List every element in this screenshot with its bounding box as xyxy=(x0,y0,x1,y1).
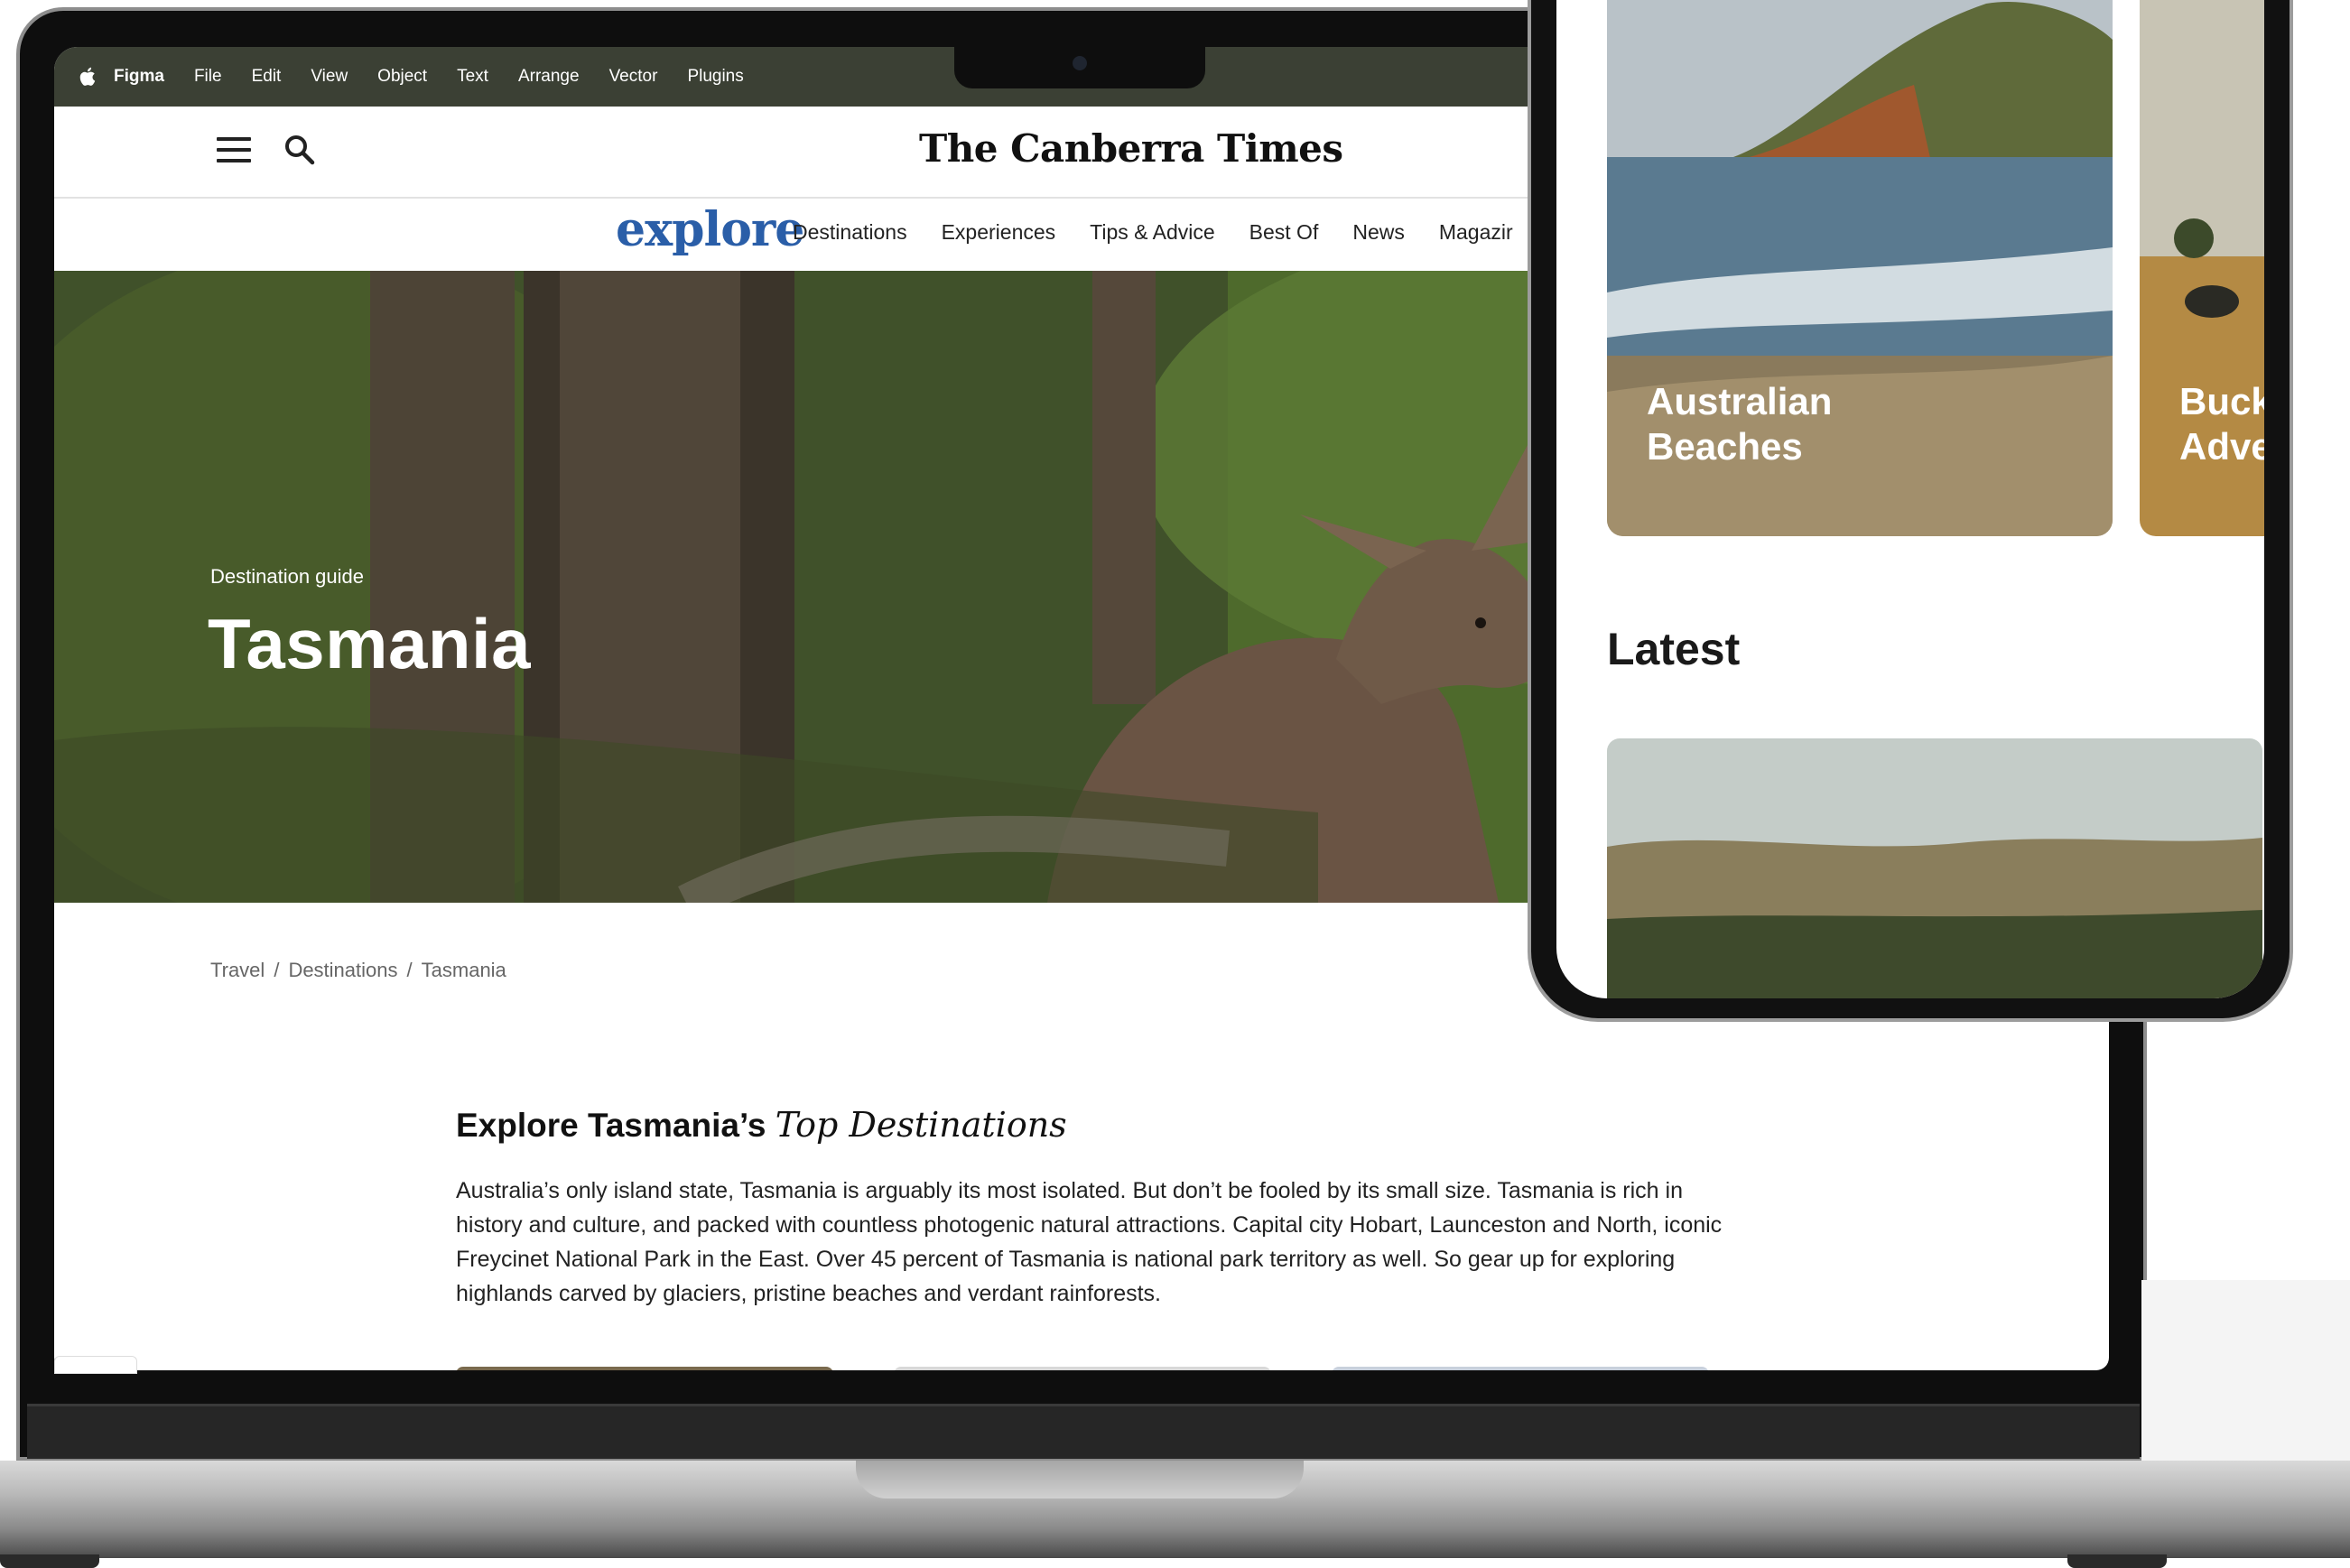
article-heading-italic: Top Destinations xyxy=(775,1105,1067,1145)
menu-view[interactable]: View xyxy=(311,67,348,87)
laptop-foot xyxy=(2067,1554,2167,1568)
apple-icon[interactable] xyxy=(79,66,98,88)
masthead-logo[interactable]: The Canberra Times xyxy=(919,126,1343,171)
nav-news[interactable]: News xyxy=(1352,220,1405,245)
landscape-image xyxy=(1607,738,2262,998)
menu-text[interactable]: Text xyxy=(457,67,488,87)
menu-edit[interactable]: Edit xyxy=(252,67,282,87)
article-heading: Explore Tasmania’s Top Destinations xyxy=(456,1105,1067,1145)
breadcrumb: Travel / Destinations / Tasmania xyxy=(210,959,506,981)
breadcrumb-travel[interactable]: Travel xyxy=(210,959,265,981)
hamburger-menu-icon[interactable] xyxy=(217,137,251,162)
article-body: Australia’s only island state, Tasmania … xyxy=(456,1178,1723,1306)
nav-tips-advice[interactable]: Tips & Advice xyxy=(1090,220,1214,245)
nav-items: Destinations Experiences Tips & Advice B… xyxy=(793,220,1547,245)
menu-vector[interactable]: Vector xyxy=(609,67,658,87)
nav-magazine[interactable]: Magazir xyxy=(1439,220,1513,245)
laptop-foot xyxy=(0,1554,99,1568)
laptop-bezel-bottom xyxy=(27,1404,2140,1459)
card-label-line: Adventure xyxy=(2179,425,2264,468)
explore-logo[interactable]: explore xyxy=(616,202,804,257)
search-icon[interactable] xyxy=(282,132,318,168)
card-label-line: Bucket-list xyxy=(2179,380,2264,422)
phone-screen: Australian Beaches Bucket-list Adventure xyxy=(1556,0,2264,998)
nav-best-of[interactable]: Best Of xyxy=(1249,220,1319,245)
menu-arrange[interactable]: Arrange xyxy=(518,67,580,87)
background-panel xyxy=(2141,1280,2350,1461)
camera-icon xyxy=(1073,56,1087,70)
card-bucket-list-adventure[interactable]: Bucket-list Adventure xyxy=(2140,0,2264,536)
menu-object[interactable]: Object xyxy=(377,67,427,87)
article-heading-plain: Explore Tasmania’s xyxy=(456,1107,766,1144)
menu-file[interactable]: File xyxy=(194,67,222,87)
laptop-hinge-notch xyxy=(856,1461,1304,1498)
card-thumbnail-peek[interactable] xyxy=(894,1367,1271,1370)
card-label: Bucket-list Adventure xyxy=(2179,379,2264,469)
nav-experiences[interactable]: Experiences xyxy=(942,220,1056,245)
card-thumbnail-peek[interactable] xyxy=(456,1367,833,1370)
laptop-notch xyxy=(954,45,1205,88)
card-australian-beaches[interactable]: Australian Beaches xyxy=(1607,0,2113,536)
latest-article-image[interactable] xyxy=(1607,738,2262,998)
hero-title: Tasmania xyxy=(208,604,532,683)
nav-destinations[interactable]: Destinations xyxy=(793,220,907,245)
menu-plugins[interactable]: Plugins xyxy=(687,67,743,87)
device-mockup-stage: Figma File Edit View Object Text Arrange… xyxy=(0,0,2350,1568)
phone-device: Australian Beaches Bucket-list Adventure xyxy=(1528,0,2293,1022)
card-label-line: Australian xyxy=(1647,380,1833,422)
hero-kicker: Destination guide xyxy=(210,565,365,588)
card-label: Australian Beaches xyxy=(1647,379,2113,469)
latest-heading: Latest xyxy=(1607,624,1741,674)
scroll-tab[interactable] xyxy=(54,1356,137,1374)
menu-app-figma[interactable]: Figma xyxy=(114,67,164,87)
breadcrumb-tasmania[interactable]: Tasmania xyxy=(422,959,506,981)
breadcrumb-destinations[interactable]: Destinations xyxy=(288,959,397,981)
card-thumbnail-peek[interactable] xyxy=(1332,1367,1709,1370)
card-label-line: Beaches xyxy=(1647,425,1803,468)
